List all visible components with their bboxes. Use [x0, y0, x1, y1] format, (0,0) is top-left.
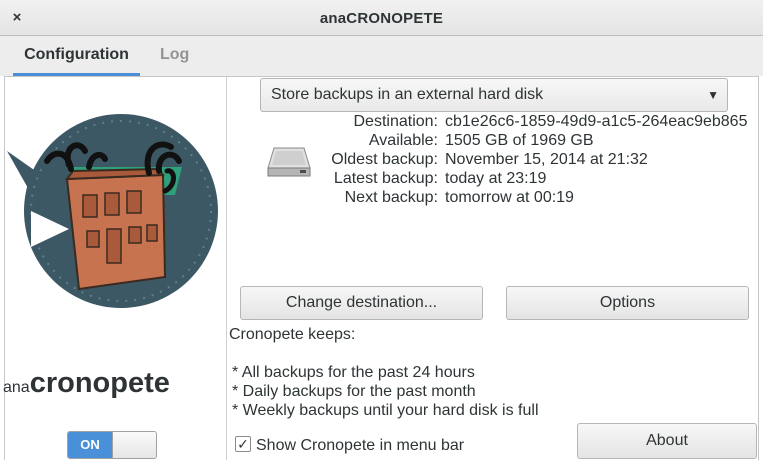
keeps-line-hourly: * All backups for the past 24 hours [232, 364, 475, 381]
backup-enable-switch[interactable]: ON [67, 431, 157, 459]
brand-name: cronopete [29, 367, 170, 399]
backup-mode-dropdown[interactable]: Store backups in an external hard disk ▼ [260, 78, 728, 112]
configuration-panel: anacronopete ON Store backups in an exte… [3, 76, 759, 460]
keeps-heading: Cronopete keeps: [229, 326, 356, 343]
available-value: 1505 GB of 1969 GB [445, 132, 594, 149]
title-bar: × anaCRONOPETE [0, 0, 763, 36]
hard-disk-icon [266, 146, 312, 185]
tab-configuration[interactable]: Configuration [13, 46, 140, 76]
destination-value: cb1e26c6-1859-49d9-a1c5-264eac9eb865 [445, 113, 748, 130]
latest-backup-label: Latest backup: [333, 170, 438, 187]
tab-log[interactable]: Log [160, 46, 189, 64]
destination-label: Destination: [353, 113, 439, 130]
keeps-line-daily: * Daily backups for the past month [232, 383, 476, 400]
chevron-down-icon: ▼ [707, 88, 719, 102]
options-button[interactable]: Options [506, 286, 749, 320]
latest-backup-value: today at 23:19 [445, 170, 547, 187]
keeps-line-weekly: * Weekly backups until your hard disk is… [232, 402, 539, 419]
oldest-backup-value: November 15, 2014 at 21:32 [445, 151, 648, 168]
window-title: anaCRONOPETE [319, 10, 444, 27]
change-destination-button[interactable]: Change destination... [240, 286, 483, 320]
backup-mode-selected: Store backups in an external hard disk [271, 86, 544, 103]
switch-knob[interactable] [112, 432, 156, 458]
switch-on-label: ON [68, 432, 112, 458]
brand-wordmark: anacronopete [3, 367, 170, 400]
sidebar: anacronopete ON [3, 77, 227, 460]
about-button[interactable]: About [577, 423, 757, 459]
menu-bar-checkbox-label[interactable]: Show Cronopete in menu bar [256, 437, 464, 455]
next-backup-label: Next backup: [344, 189, 438, 206]
menu-bar-checkbox[interactable]: ✓ [235, 436, 251, 452]
brand-prefix: ana [3, 379, 30, 396]
tab-bar: Configuration Log [0, 36, 763, 76]
cronopete-logo [7, 99, 225, 322]
oldest-backup-label: Oldest backup: [331, 151, 438, 168]
available-label: Available: [368, 132, 438, 149]
next-backup-value: tomorrow at 00:19 [445, 189, 574, 206]
